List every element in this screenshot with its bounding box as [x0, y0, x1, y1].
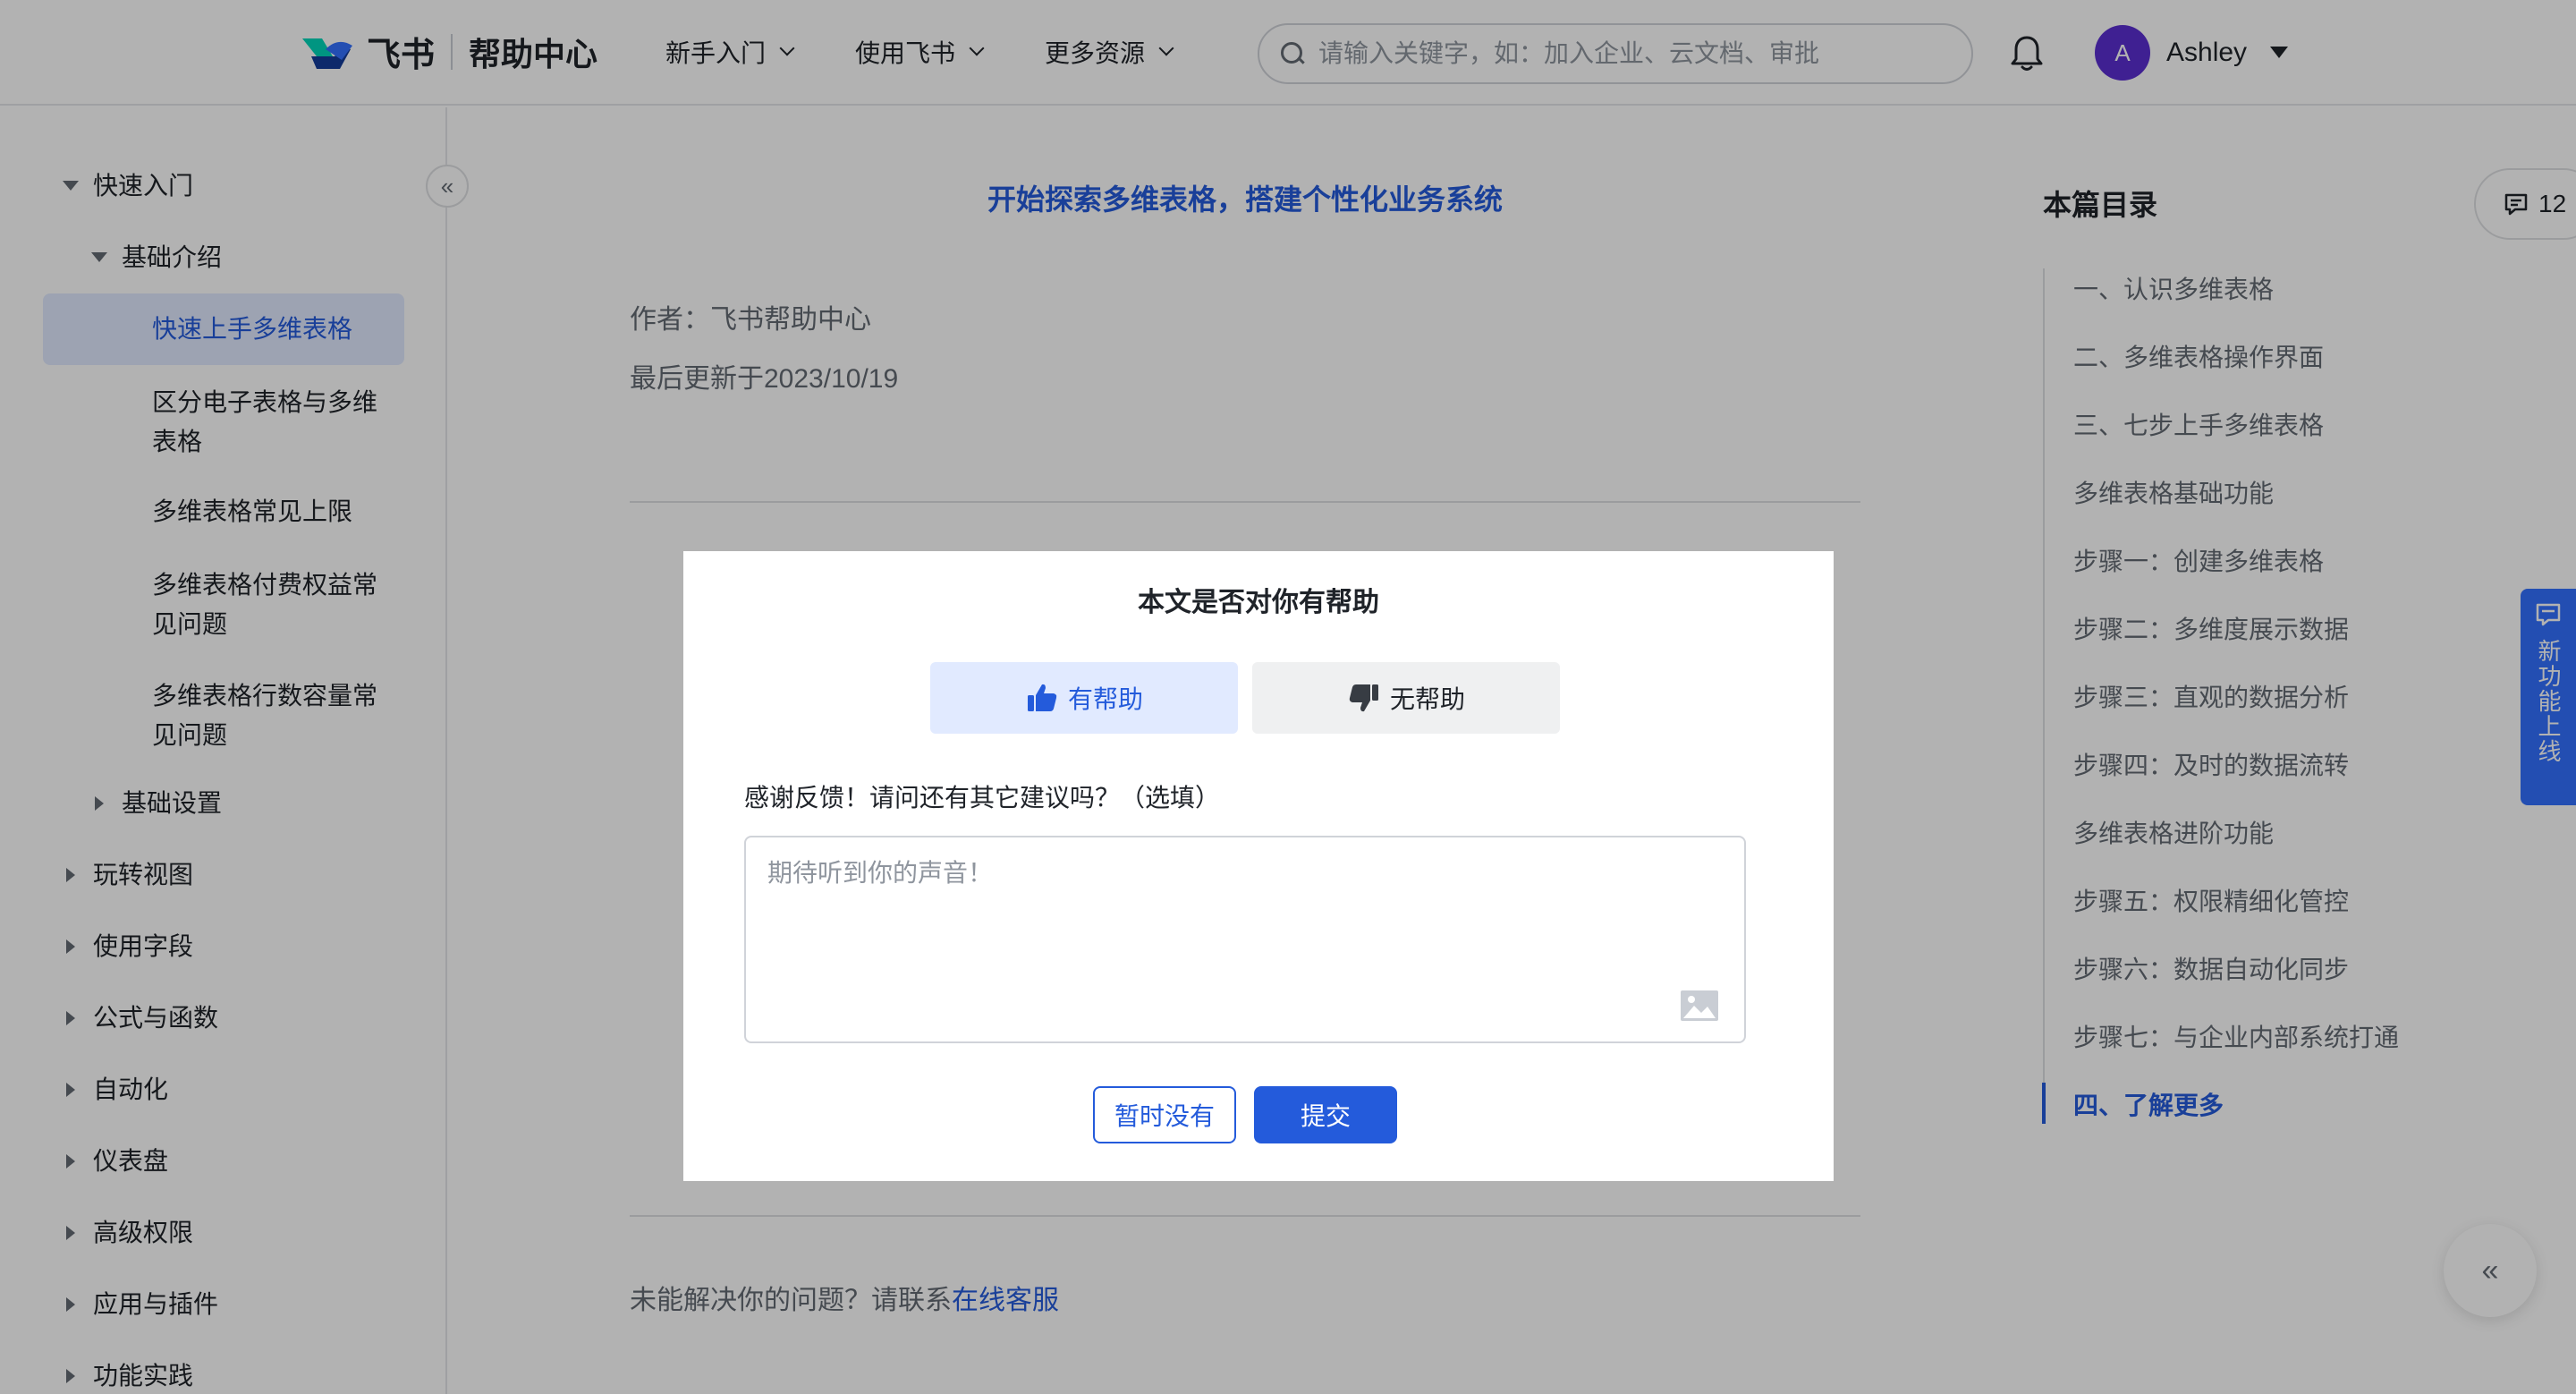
feedback-modal: 本文是否对你有帮助 有帮助 无帮助 感谢反馈！请问还有其它建议吗？（选填） 暂时…	[683, 551, 1834, 1181]
image-upload-icon[interactable]	[1680, 990, 1719, 1022]
modal-title: 本文是否对你有帮助	[1138, 588, 1379, 617]
feedback-textarea[interactable]	[746, 837, 1744, 1041]
helpful-button[interactable]: 有帮助	[930, 662, 1238, 734]
thumbs-down-icon	[1349, 684, 1378, 712]
not-helpful-button[interactable]: 无帮助	[1252, 662, 1560, 734]
thumbs-up-icon	[1027, 684, 1057, 711]
feedback-label: 感谢反馈！请问还有其它建议吗？（选填）	[744, 784, 1221, 812]
not-now-button[interactable]: 暂时没有	[1093, 1086, 1236, 1143]
submit-button[interactable]: 提交	[1254, 1086, 1397, 1143]
helpful-label: 有帮助	[1067, 685, 1143, 713]
not-helpful-label: 无帮助	[1389, 685, 1465, 713]
feedback-box	[744, 836, 1746, 1043]
